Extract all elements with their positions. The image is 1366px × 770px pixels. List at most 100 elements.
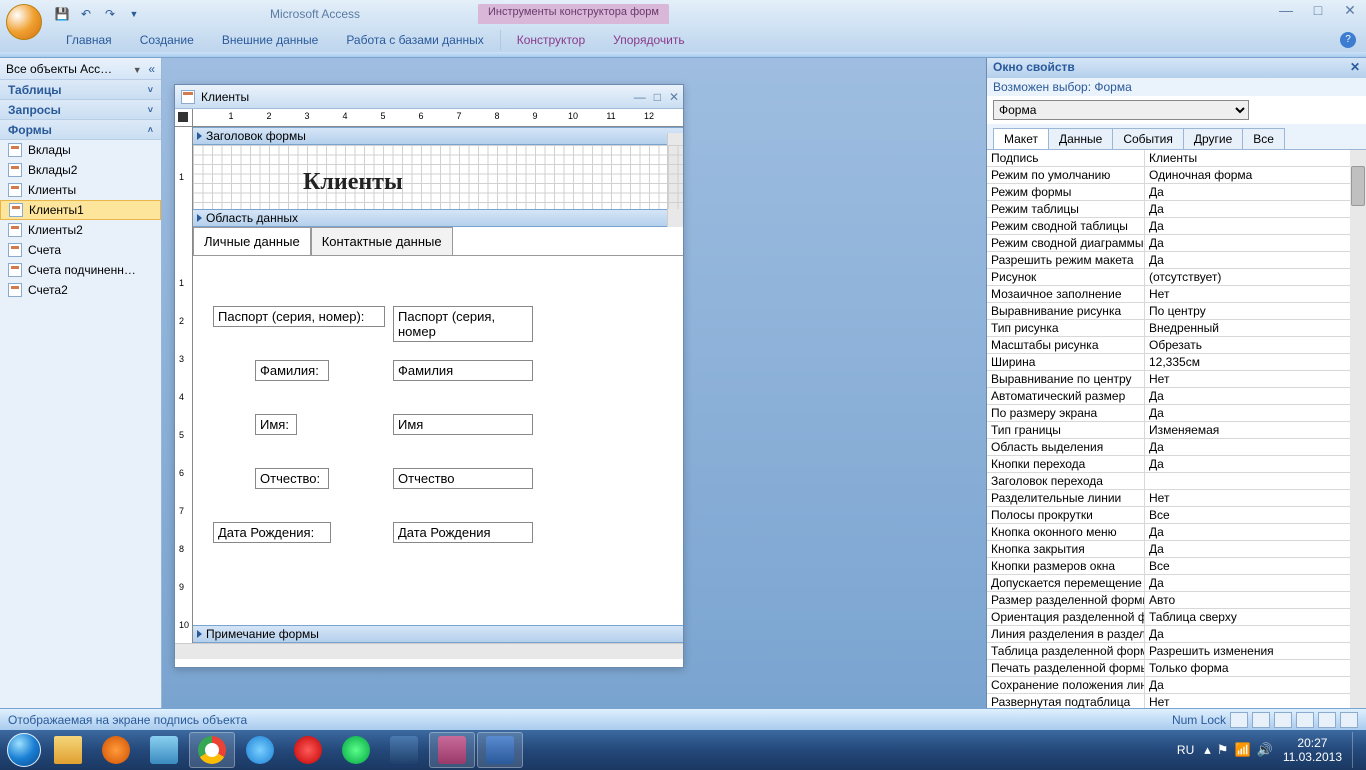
help-icon[interactable]: ? [1340,32,1356,48]
form-close-icon[interactable]: ✕ [669,90,679,104]
property-row[interactable]: Режим сводной диаграммыДа [987,235,1366,252]
property-value[interactable]: Да [1145,677,1366,693]
propsheet-close-icon[interactable]: ✕ [1350,60,1360,76]
show-desktop-button[interactable] [1352,732,1360,768]
property-value[interactable]: Только форма [1145,660,1366,676]
field-textbox[interactable]: Имя [393,414,533,435]
task-explorer[interactable] [45,732,91,768]
property-row[interactable]: Сохранение положения линДа [987,677,1366,694]
property-row[interactable]: Выравнивание рисункаПо центру [987,303,1366,320]
propsheet-tab-format[interactable]: Макет [993,128,1049,149]
nav-item[interactable]: Счета2 [0,280,161,300]
task-virtualbox[interactable] [381,732,427,768]
property-row[interactable]: Ориентация разделенной фТаблица сверху [987,609,1366,626]
field-textbox[interactable]: Отчество [393,468,533,489]
property-row[interactable]: Кнопки размеров окнаВсе [987,558,1366,575]
property-value[interactable]: Клиенты [1145,150,1366,166]
property-value[interactable]: Да [1145,575,1366,591]
property-row[interactable]: Разрешить режим макетаДа [987,252,1366,269]
property-value[interactable]: Да [1145,235,1366,251]
property-row[interactable]: Линия разделения в разделеДа [987,626,1366,643]
property-value[interactable]: Да [1145,541,1366,557]
property-row[interactable]: Рисунок(отсутствует) [987,269,1366,286]
field-textbox[interactable]: Паспорт (серия, номер [393,306,533,342]
form-selector[interactable] [175,109,193,127]
tab-personal-data[interactable]: Личные данные [193,227,311,255]
field-label[interactable]: Фамилия: [255,360,329,381]
task-opera[interactable] [285,732,331,768]
property-row[interactable]: Режим формыДа [987,184,1366,201]
view-pivottable-icon[interactable] [1274,712,1292,728]
nav-item[interactable]: Клиенты2 [0,220,161,240]
property-value[interactable]: Да [1145,405,1366,421]
nav-item[interactable]: Вклады [0,140,161,160]
qat-save-icon[interactable]: 💾 [52,4,72,24]
ribbon-tab-external[interactable]: Внешние данные [208,29,333,51]
property-row[interactable]: Режим по умолчаниюОдиночная форма [987,167,1366,184]
property-row[interactable]: Кнопка оконного менюДа [987,524,1366,541]
window-close-icon[interactable]: ✕ [1340,2,1360,19]
property-value[interactable]: Разрешить изменения [1145,643,1366,659]
property-value[interactable]: Да [1145,218,1366,234]
qat-redo-icon[interactable]: ↷ [100,4,120,24]
form-detail-grid[interactable]: Личные данные Контактные данные Паспорт … [193,227,683,625]
tray-lang[interactable]: RU [1177,743,1194,757]
field-textbox[interactable]: Дата Рождения [393,522,533,543]
form-minimize-icon[interactable]: — [634,90,646,104]
nav-group[interactable]: Запросы˅ [0,100,161,120]
nav-group[interactable]: Формы˄ [0,120,161,140]
tab-page-content[interactable]: Паспорт (серия, номер): Паспорт (серия, н… [193,255,683,625]
property-row[interactable]: Кнопка закрытияДа [987,541,1366,558]
window-restore-icon[interactable]: □ [1308,2,1328,19]
property-value[interactable]: Все [1145,558,1366,574]
property-value[interactable]: Да [1145,439,1366,455]
window-minimize-icon[interactable]: — [1276,2,1296,19]
vertical-ruler[interactable]: 112345678910 [175,127,193,643]
task-access[interactable] [429,732,475,768]
propsheet-tab-other[interactable]: Другие [1183,128,1243,149]
ribbon-tab-create[interactable]: Создание [126,29,208,51]
qat-customize-icon[interactable]: ▼ [124,4,144,24]
property-row[interactable]: Ширина12,335см [987,354,1366,371]
nav-item[interactable]: Вклады2 [0,160,161,180]
property-value[interactable] [1145,473,1366,489]
property-row[interactable]: Допускается перемещениеДа [987,575,1366,592]
nav-item[interactable]: Счета [0,240,161,260]
field-label[interactable]: Паспорт (серия, номер): [213,306,385,327]
property-row[interactable]: Тип рисункаВнедренный [987,320,1366,337]
view-design-icon[interactable] [1340,712,1358,728]
propsheet-tab-data[interactable]: Данные [1048,128,1113,149]
property-value[interactable]: Да [1145,184,1366,200]
field-label[interactable]: Имя: [255,414,297,435]
property-row[interactable]: Мозаичное заполнениеНет [987,286,1366,303]
property-value[interactable]: Обрезать [1145,337,1366,353]
property-row[interactable]: Таблица разделенной формРазрешить измене… [987,643,1366,660]
section-detail[interactable]: Область данных [193,209,683,227]
form-header-grid[interactable]: Клиенты [193,145,683,209]
form-restore-icon[interactable]: □ [654,90,661,104]
ribbon-tab-home[interactable]: Главная [52,29,126,51]
ribbon-tab-design[interactable]: Конструктор [503,29,599,51]
nav-filter-dropdown-icon[interactable]: ▼ [133,65,142,75]
property-row[interactable]: Автоматический размерДа [987,388,1366,405]
form-horizontal-scrollbar[interactable] [175,643,683,659]
nav-group[interactable]: Таблицы˅ [0,80,161,100]
property-value[interactable]: По центру [1145,303,1366,319]
property-row[interactable]: Режим таблицыДа [987,201,1366,218]
section-form-header[interactable]: Заголовок формы [193,127,683,145]
tray-flag-icon[interactable]: ⚑ [1217,742,1229,758]
property-row[interactable]: Размер разделенной формыАвто [987,592,1366,609]
view-form-icon[interactable] [1230,712,1248,728]
propsheet-tab-all[interactable]: Все [1242,128,1285,149]
property-row[interactable]: Развернутая подтаблицаНет [987,694,1366,708]
task-app1[interactable] [141,732,187,768]
field-textbox[interactable]: Фамилия [393,360,533,381]
property-value[interactable]: Изменяемая [1145,422,1366,438]
property-row[interactable]: Выравнивание по центруНет [987,371,1366,388]
property-row[interactable]: Область выделенияДа [987,439,1366,456]
task-app2[interactable] [333,732,379,768]
horizontal-ruler[interactable]: 123456789101112 [193,109,683,127]
property-value[interactable]: 12,335см [1145,354,1366,370]
task-chrome[interactable] [189,732,235,768]
property-value[interactable]: Внедренный [1145,320,1366,336]
